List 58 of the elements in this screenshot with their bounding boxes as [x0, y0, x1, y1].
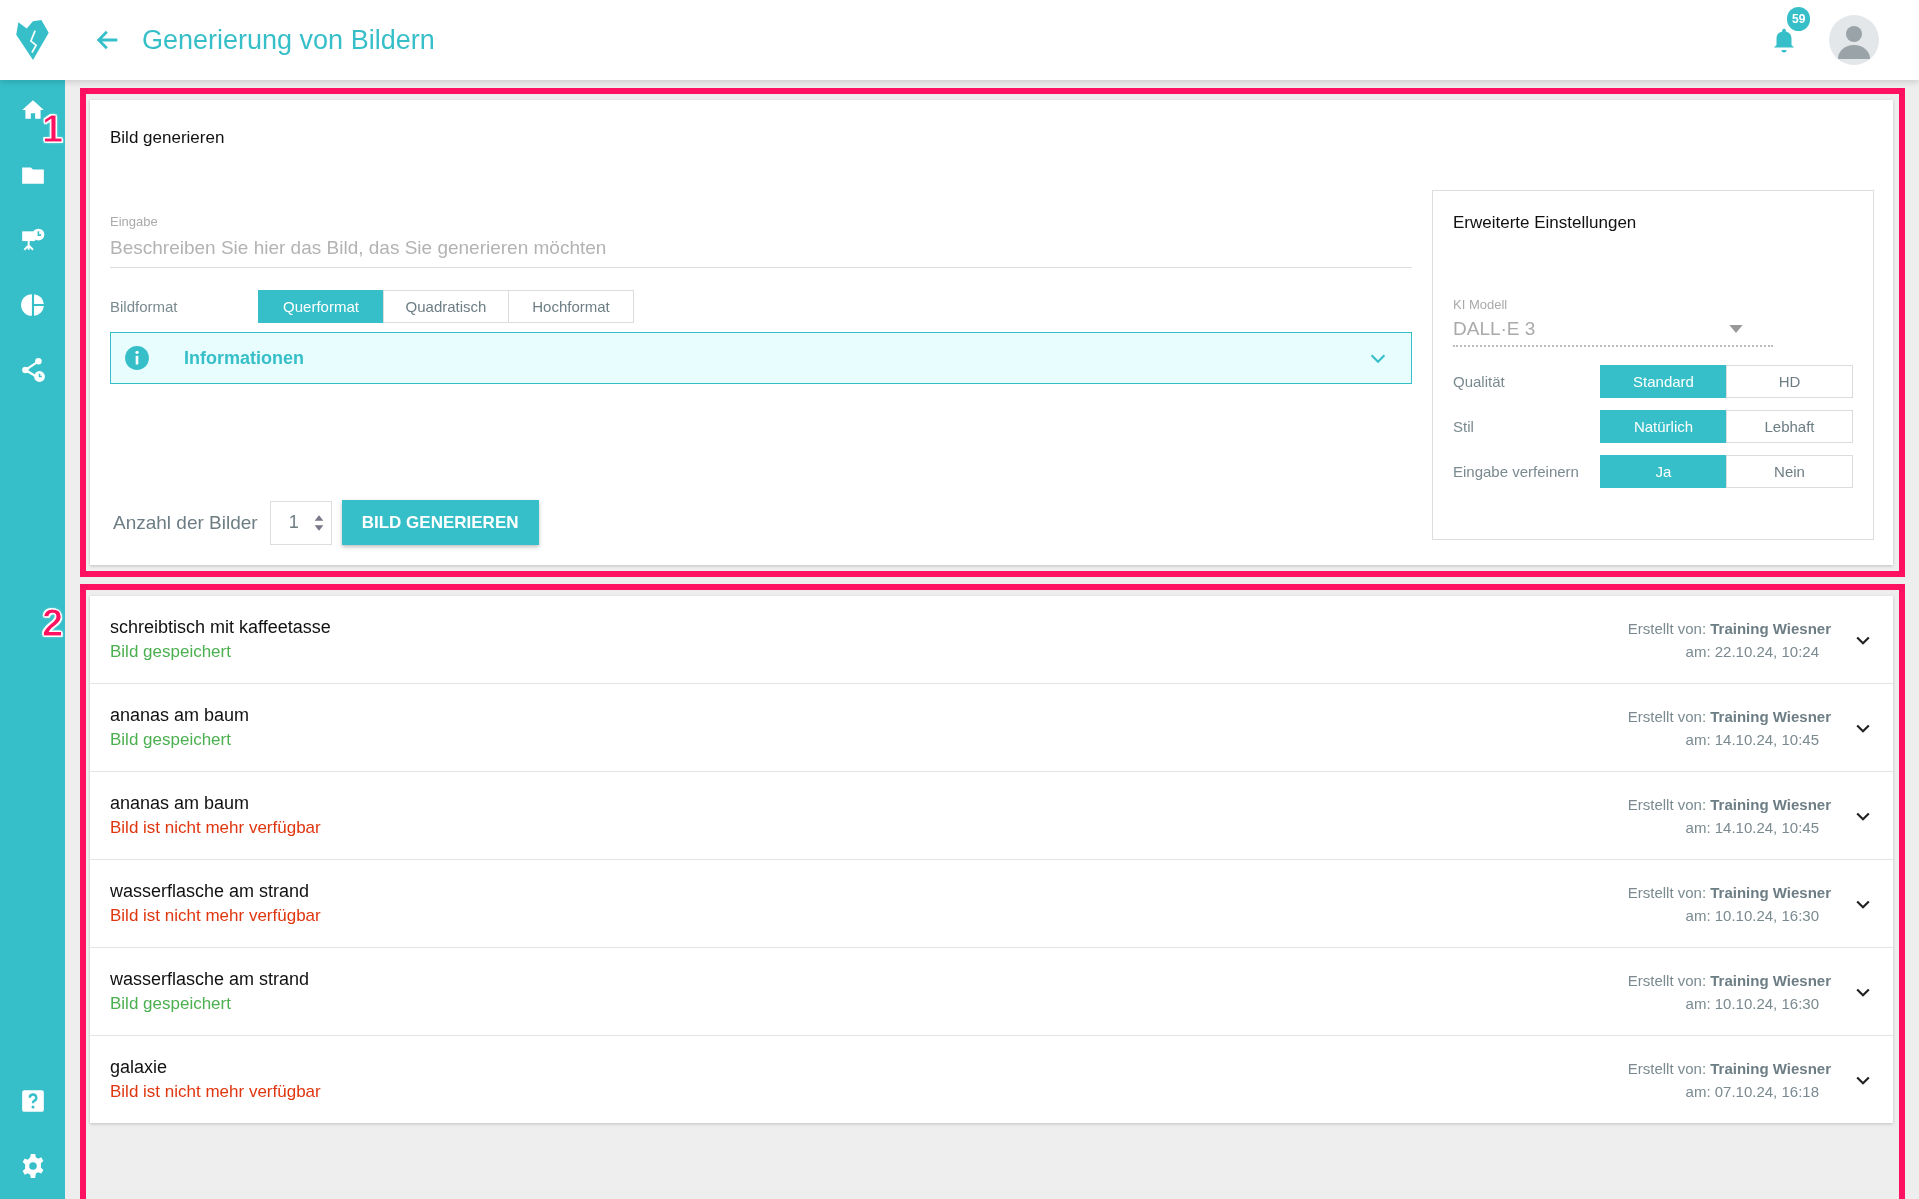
history-item[interactable]: schreibtisch mit kaffeetasse Bild gespeichert Erstellt von: Training Wiesner am: 22.10.24, 10:24 — [90, 596, 1893, 683]
item-title: wasserflasche am strand — [110, 881, 311, 902]
created-by: Erstellt von: Training Wiesner — [1627, 883, 1831, 901]
item-title: wasserflasche am strand — [110, 969, 311, 990]
field-label: Eingabe — [110, 214, 158, 229]
format-toggle[interactable]: Hochformat — [508, 290, 634, 323]
model-select[interactable]: KI Modell DALL·E 3 — [1453, 297, 1773, 347]
created-date: am: 14.10.24, 10:45 — [1685, 730, 1819, 748]
created-date: am: 10.10.24, 16:30 — [1685, 994, 1819, 1012]
presentation-clock-icon[interactable] — [19, 227, 46, 253]
item-status: Bild gespeichert — [110, 730, 232, 750]
history-item[interactable]: ananas am baum Bild gespeichert Erstellt von: Training Wiesner am: 14.10.24, 10:45 — [90, 684, 1893, 771]
share-clock-icon[interactable] — [19, 357, 46, 383]
item-title: schreibtisch mit kaffeetasse — [110, 617, 332, 638]
setting-label: Stil — [1453, 418, 1475, 435]
avatar-icon[interactable] — [1829, 15, 1879, 65]
created-date: am: 10.10.24, 16:30 — [1685, 906, 1819, 924]
created-date: am: 07.10.24, 16:18 — [1685, 1082, 1819, 1100]
card-title: Bild generieren — [110, 128, 226, 148]
format-toggle[interactable]: Quadratisch — [383, 290, 509, 323]
annotation-number: 1 — [42, 108, 64, 151]
page-title: Generierung von Bildern — [142, 24, 435, 56]
item-status: Bild ist nicht mehr verfügbar — [110, 818, 322, 838]
item-title: ananas am baum — [110, 793, 251, 814]
history-item[interactable]: galaxie Bild ist nicht mehr verfügbar Erstellt von: Training Wiesner am: 07.10.24, 16:18 — [90, 1036, 1893, 1123]
item-status: Bild ist nicht mehr verfügbar — [110, 1082, 322, 1102]
created-by: Erstellt von: Training Wiesner — [1627, 1059, 1831, 1077]
created-by: Erstellt von: Training Wiesner — [1627, 619, 1831, 637]
info-icon — [124, 345, 150, 371]
setting-toggle[interactable]: Nein — [1726, 455, 1853, 488]
created-date: am: 14.10.24, 10:45 — [1685, 818, 1819, 836]
setting-label: Eingabe verfeinern — [1453, 463, 1580, 480]
created-date: am: 22.10.24, 10:24 — [1685, 642, 1819, 660]
pie-chart-icon[interactable] — [19, 292, 46, 318]
item-status: Bild ist nicht mehr verfügbar — [110, 906, 322, 926]
dropdown-caret-icon[interactable] — [1729, 325, 1743, 333]
setting-label: Qualität — [1453, 373, 1506, 390]
notification-badge: 59 — [1787, 7, 1811, 31]
item-status: Bild gespeichert — [110, 994, 232, 1014]
settings-title: Erweiterte Einstellungen — [1453, 213, 1638, 233]
created-by: Erstellt von: Training Wiesner — [1627, 795, 1831, 813]
fox-logo-icon[interactable] — [14, 18, 52, 62]
created-by: Erstellt von: Training Wiesner — [1627, 971, 1831, 989]
format-label: Bildformat — [110, 298, 179, 315]
annotation-number: 2 — [42, 602, 64, 645]
setting-toggle[interactable]: HD — [1726, 365, 1853, 398]
item-status: Bild gespeichert — [110, 642, 232, 662]
history-item[interactable]: wasserflasche am strand Bild gespeichert Erstellt von: Training Wiesner am: 10.10.24, 16:30 — [90, 948, 1893, 1035]
history-item[interactable]: ananas am baum Bild ist nicht mehr verfügbar Erstellt von: Training Wiesner am: 14.10.24, 10:45 — [90, 772, 1893, 859]
history-item[interactable]: wasserflasche am strand Bild ist nicht mehr verfügbar Erstellt von: Training Wiesner am: 10.10.24, 16:30 — [90, 860, 1893, 947]
count-label: Anzahl der Bilder — [113, 511, 258, 534]
item-title: ananas am baum — [110, 705, 251, 726]
count-spinner[interactable]: 1 — [269, 500, 332, 545]
item-title: galaxie — [110, 1057, 169, 1078]
setting-toggle[interactable]: Lebhaft — [1726, 410, 1853, 443]
info-title: Informationen — [184, 347, 305, 369]
help-icon[interactable] — [19, 1088, 46, 1114]
created-by: Erstellt von: Training Wiesner — [1627, 707, 1831, 725]
